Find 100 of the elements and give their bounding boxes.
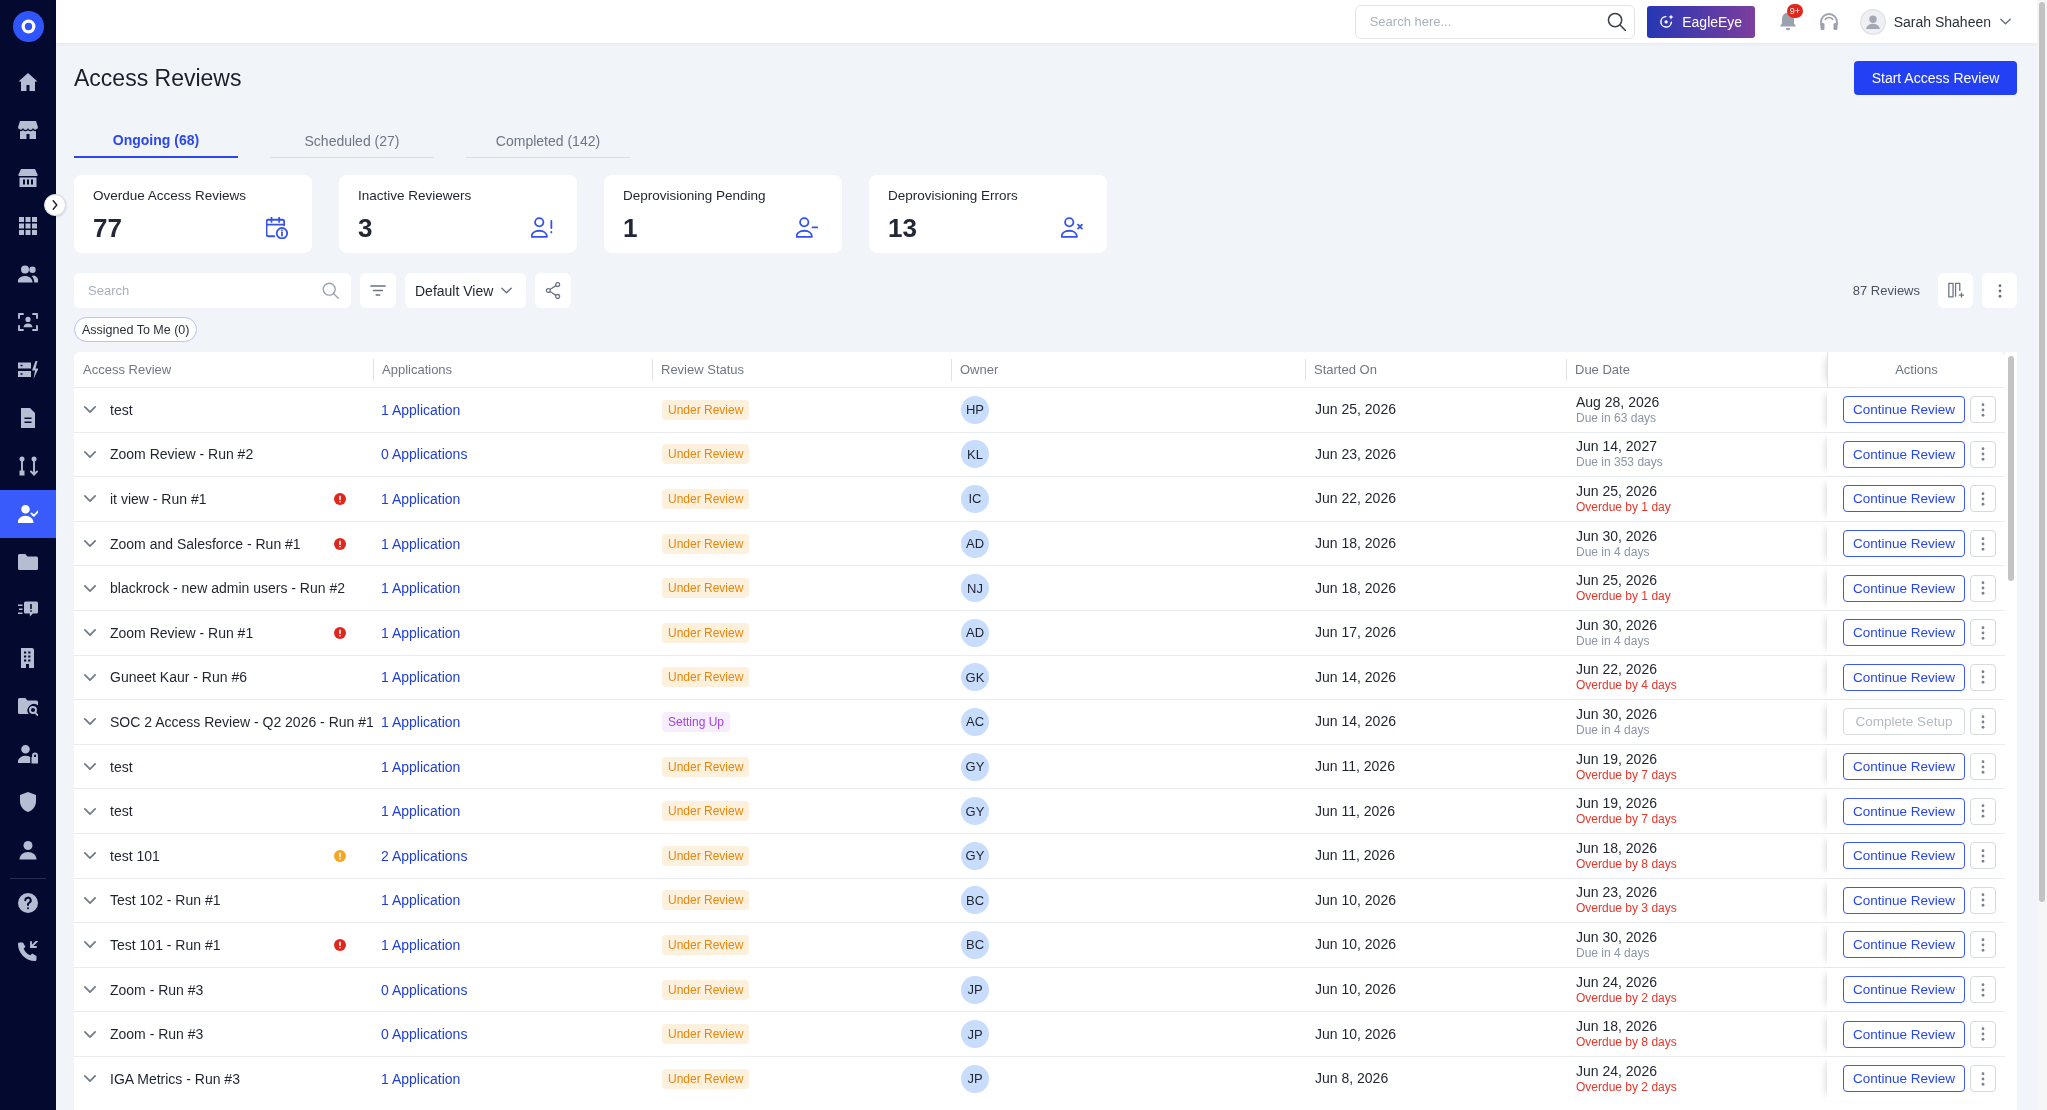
column-header: Started On xyxy=(1305,358,1566,381)
chevron-down-icon[interactable] xyxy=(84,763,96,771)
owner-avatar: BC xyxy=(961,930,989,959)
chevron-down-icon[interactable] xyxy=(2000,18,2011,25)
action-button[interactable]: Continue Review xyxy=(1843,886,1965,914)
applications-link[interactable]: 1 Application xyxy=(381,401,461,418)
applications-link[interactable]: 0 Applications xyxy=(381,446,468,463)
applications-link[interactable]: 1 Application xyxy=(381,1070,461,1087)
action-button[interactable]: Continue Review xyxy=(1843,931,1965,959)
review-name: Zoom Review - Run #2 xyxy=(110,446,254,463)
owner-avatar: IC xyxy=(961,485,989,513)
action-button[interactable]: Continue Review xyxy=(1843,1020,1965,1048)
tab[interactable]: Ongoing (68) xyxy=(74,124,238,158)
owner-avatar: KL xyxy=(961,440,989,469)
chevron-down-icon[interactable] xyxy=(84,1030,96,1038)
search-icon[interactable] xyxy=(1606,11,1626,31)
search-field[interactable]: Search here... xyxy=(1354,4,1635,39)
tab[interactable]: Scheduled (27) xyxy=(270,124,434,158)
action-button[interactable]: Continue Review xyxy=(1843,797,1965,825)
due-note: Overdue by 4 days xyxy=(1576,678,1677,694)
action-button[interactable]: Continue Review xyxy=(1843,440,1965,468)
applications-link[interactable]: 1 Application xyxy=(381,669,461,686)
chevron-down-icon[interactable] xyxy=(84,629,96,637)
status-badge: Under Review xyxy=(662,801,750,822)
action-button[interactable]: Continue Review xyxy=(1843,663,1965,691)
review-name: Zoom - Run #3 xyxy=(110,981,204,998)
chevron-down-icon[interactable] xyxy=(84,495,96,503)
more-icon xyxy=(1981,804,1985,819)
scrollbar-thumb[interactable] xyxy=(2039,2,2045,902)
card-value: 1 xyxy=(623,213,638,243)
review-name: SOC 2 Access Review - Q2 2026 - Run #1 xyxy=(110,713,374,730)
applications-link[interactable]: 1 Application xyxy=(381,936,461,953)
due-date: Jun 25, 2026 xyxy=(1576,572,1657,590)
applications-link[interactable]: 0 Applications xyxy=(381,1026,468,1043)
chevron-down-icon[interactable] xyxy=(84,852,96,860)
applications-link[interactable]: 1 Application xyxy=(381,624,461,641)
applications-link[interactable]: 1 Application xyxy=(381,535,461,552)
chevron-down-icon[interactable] xyxy=(84,584,96,592)
chevron-down-icon[interactable] xyxy=(84,941,96,949)
applications-link[interactable]: 1 Application xyxy=(381,803,461,820)
applications-link[interactable]: 0 Applications xyxy=(381,981,468,998)
view-dropdown[interactable]: Default View xyxy=(405,273,526,308)
chevron-down-icon[interactable] xyxy=(84,406,96,414)
due-date: Jun 24, 2026 xyxy=(1576,1062,1657,1080)
review-name: Zoom and Salesforce - Run #1 xyxy=(110,535,301,552)
headset-icon[interactable] xyxy=(1818,11,1839,32)
notification-badge: 9+ xyxy=(1786,3,1803,18)
card-label: Overdue Access Reviews xyxy=(93,187,247,204)
assistant-button[interactable]: EagleEye xyxy=(1646,5,1755,38)
chevron-down-icon[interactable] xyxy=(84,807,96,815)
share-button[interactable] xyxy=(535,273,571,308)
user-name[interactable]: Sarah Shaheen xyxy=(1893,13,1991,30)
sparkle-icon xyxy=(1659,14,1675,29)
due-date: Jun 22, 2026 xyxy=(1576,661,1657,679)
owner-avatar: NJ xyxy=(961,574,989,603)
start-review-button[interactable]: Start Access Review xyxy=(1854,61,2017,95)
chevron-down-icon[interactable] xyxy=(84,540,96,548)
chevron-down-icon[interactable] xyxy=(84,896,96,904)
owner-avatar: GY xyxy=(961,752,989,781)
due-date: Aug 28, 2026 xyxy=(1576,393,1660,411)
logo-icon[interactable] xyxy=(12,11,44,42)
filter-button[interactable] xyxy=(360,273,396,308)
chevron-right-icon xyxy=(52,200,58,210)
applications-link[interactable]: 1 Application xyxy=(381,892,461,909)
action-button[interactable]: Continue Review xyxy=(1843,842,1965,870)
scrollbar-thumb[interactable] xyxy=(2008,356,2014,581)
action-button[interactable]: Continue Review xyxy=(1843,485,1965,513)
search-field[interactable]: Search xyxy=(74,273,351,308)
applications-link[interactable]: 1 Application xyxy=(381,758,461,775)
user-avatar-icon[interactable] xyxy=(1859,8,1886,35)
columns-button[interactable] xyxy=(1938,273,1973,308)
more-icon xyxy=(1997,283,2002,298)
owner-avatar: AC xyxy=(961,707,989,736)
chevron-down-icon[interactable] xyxy=(84,673,96,681)
chevron-down-icon[interactable] xyxy=(84,986,96,993)
calendar-info-icon xyxy=(266,217,288,239)
action-button[interactable]: Continue Review xyxy=(1843,619,1965,647)
action-button[interactable]: Continue Review xyxy=(1843,396,1965,424)
applications-link[interactable]: 1 Application xyxy=(381,713,461,730)
expand-button[interactable] xyxy=(44,194,66,216)
chevron-down-icon[interactable] xyxy=(84,718,96,726)
applications-link[interactable]: 1 Application xyxy=(381,491,461,507)
chevron-down-icon[interactable] xyxy=(84,450,96,458)
column-header: Review Status xyxy=(652,358,951,381)
filter-chip[interactable]: Assigned To Me (0) xyxy=(74,317,198,342)
review-name: Guneet Kaur - Run #6 xyxy=(110,669,247,686)
action-button[interactable]: Continue Review xyxy=(1843,530,1965,558)
action-button[interactable]: Continue Review xyxy=(1843,753,1965,781)
applications-link[interactable]: 1 Application xyxy=(381,580,461,597)
applications-link[interactable]: 2 Applications xyxy=(381,847,468,864)
action-button[interactable]: Continue Review xyxy=(1843,1065,1965,1093)
chevron-down-icon[interactable] xyxy=(84,1075,96,1083)
due-note: Overdue by 2 days xyxy=(1576,990,1677,1006)
start-date: Jun 22, 2026 xyxy=(1315,490,1396,508)
share-icon xyxy=(545,282,561,299)
status-badge: Under Review xyxy=(662,533,750,554)
tab[interactable]: Completed (142) xyxy=(466,124,630,158)
action-button[interactable]: Continue Review xyxy=(1843,976,1965,1003)
status-badge: Under Review xyxy=(662,1068,750,1089)
action-button[interactable]: Continue Review xyxy=(1843,574,1965,602)
